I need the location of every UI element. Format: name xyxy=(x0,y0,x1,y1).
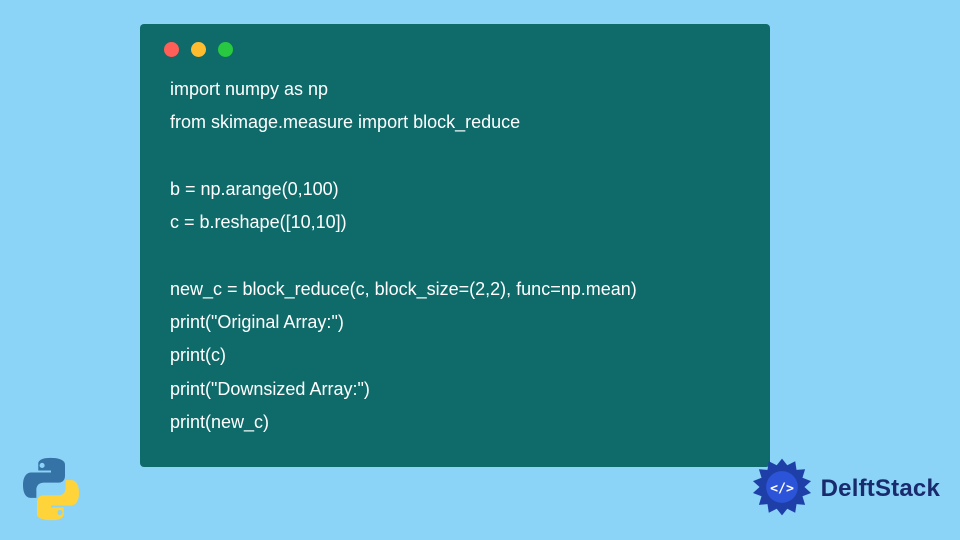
minimize-icon xyxy=(191,42,206,57)
window-traffic-lights xyxy=(164,42,740,57)
delftstack-gear-icon: </> xyxy=(749,456,815,522)
svg-text:</>: </> xyxy=(770,481,794,496)
python-logo-icon xyxy=(16,454,86,524)
code-snippet-card: import numpy as np from skimage.measure … xyxy=(140,24,770,467)
brand-name: DelftStack xyxy=(821,475,940,503)
brand-badge: </> DelftStack xyxy=(749,456,940,522)
maximize-icon xyxy=(218,42,233,57)
close-icon xyxy=(164,42,179,57)
code-content: import numpy as np from skimage.measure … xyxy=(170,73,740,439)
